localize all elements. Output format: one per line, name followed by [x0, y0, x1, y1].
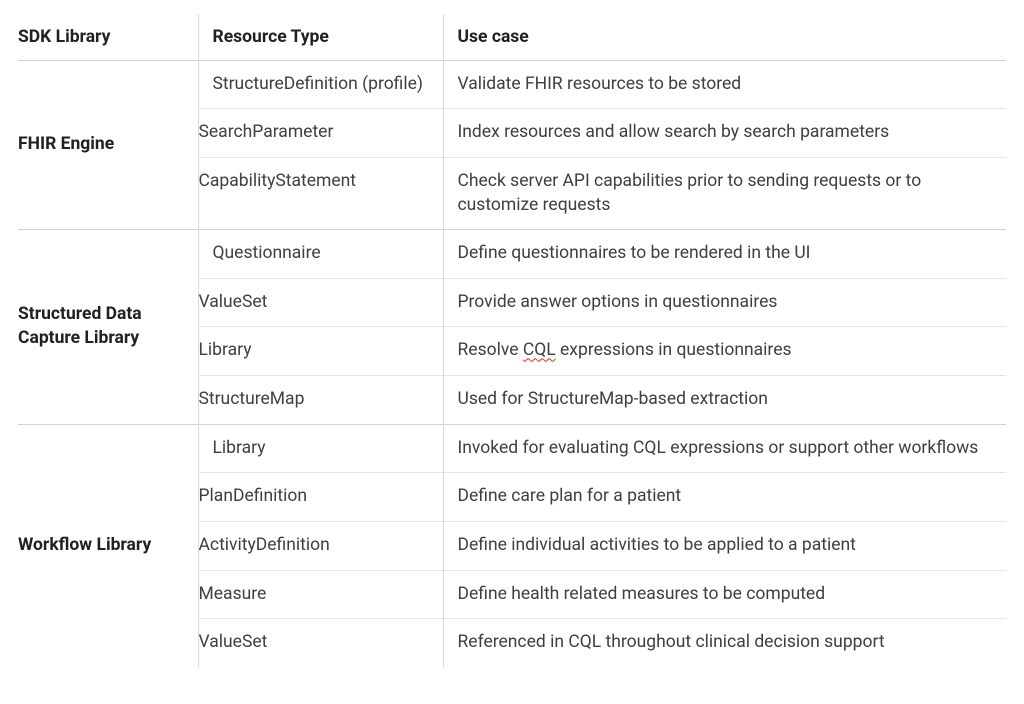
type-cell: ValueSet: [198, 619, 443, 667]
type-cell: Library: [198, 327, 443, 376]
use-cell: Define questionnaires to be rendered in …: [443, 230, 1006, 279]
type-cell: Measure: [198, 570, 443, 619]
table-row: Structured Data Capture Library Question…: [18, 230, 1006, 279]
table-row: FHIR Engine StructureDefinition (profile…: [18, 60, 1006, 109]
header-resource-type: Resource Type: [198, 14, 443, 60]
type-cell: ValueSet: [198, 278, 443, 327]
use-cell: Used for StructureMap-based extraction: [443, 376, 1006, 425]
lib-cell-fhir-engine: FHIR Engine: [18, 60, 198, 230]
type-cell: ActivityDefinition: [198, 521, 443, 570]
use-cell: Validate FHIR resources to be stored: [443, 60, 1006, 109]
lib-cell-sdc: Structured Data Capture Library: [18, 230, 198, 425]
type-cell: Library: [198, 424, 443, 473]
type-cell: StructureMap: [198, 376, 443, 425]
header-use-case: Use case: [443, 14, 1006, 60]
type-cell: SearchParameter: [198, 109, 443, 158]
type-cell: StructureDefinition (profile): [198, 60, 443, 109]
type-cell: PlanDefinition: [198, 473, 443, 522]
use-cell: Define health related measures to be com…: [443, 570, 1006, 619]
sdk-library-table: SDK Library Resource Type Use case FHIR …: [18, 14, 1006, 667]
header-sdk-library: SDK Library: [18, 14, 198, 60]
use-cell: Define care plan for a patient: [443, 473, 1006, 522]
table-body: FHIR Engine StructureDefinition (profile…: [18, 60, 1006, 667]
use-cell: Index resources and allow search by sear…: [443, 109, 1006, 158]
type-cell: Questionnaire: [198, 230, 443, 279]
use-cell: Referenced in CQL throughout clinical de…: [443, 619, 1006, 667]
table-row: Workflow Library Library Invoked for eva…: [18, 424, 1006, 473]
use-cell: Invoked for evaluating CQL expressions o…: [443, 424, 1006, 473]
use-cell: Resolve CQL expressions in questionnaire…: [443, 327, 1006, 376]
use-cell: Define individual activities to be appli…: [443, 521, 1006, 570]
lib-cell-workflow: Workflow Library: [18, 424, 198, 667]
use-cell: Provide answer options in questionnaires: [443, 278, 1006, 327]
sdk-library-table-container: SDK Library Resource Type Use case FHIR …: [0, 0, 1024, 685]
type-cell: CapabilityStatement: [198, 157, 443, 229]
table-header-row: SDK Library Resource Type Use case: [18, 14, 1006, 60]
use-cell: Check server API capabilities prior to s…: [443, 157, 1006, 229]
